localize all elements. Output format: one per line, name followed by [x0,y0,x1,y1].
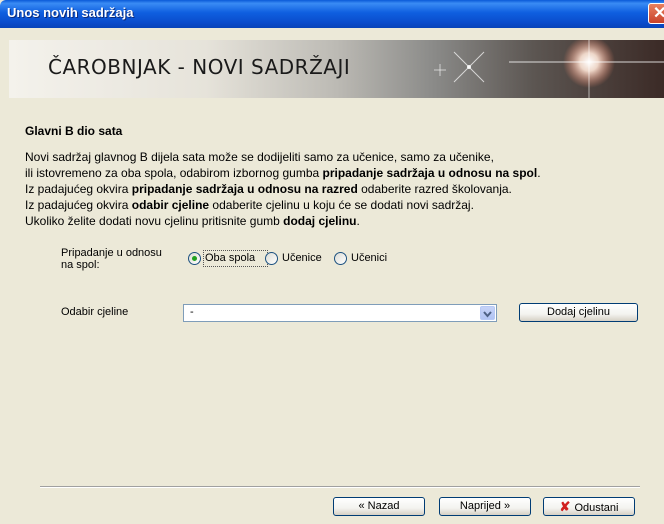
gender-label-line-1: Pripadanje u odnosu [61,247,162,259]
radio-label-ucenice[interactable]: Učenice [282,252,322,264]
footer-separator [40,486,640,488]
close-icon: ✕ [653,5,664,22]
radio-selected-dot [192,256,197,261]
instruction-text: ili istovremeno za oba spola, odabirom i… [25,166,323,180]
wizard-banner: ČAROBNJAK - NOVI SADRŽAJI [9,40,664,98]
instruction-text: Novi sadržaj glavnog B dijela sata može … [25,150,494,164]
instruction-line-5: Ukoliko želite dodati novu cjelinu priti… [25,214,360,228]
instruction-text: Iz padajućeg okvira [25,182,132,196]
radio-oba-spola[interactable] [188,252,201,265]
dropdown-arrow-button[interactable] [480,306,495,320]
back-button[interactable]: « Nazad [333,497,425,516]
instruction-text: odaberite razred školovanja. [357,182,512,196]
cancel-icon: ✘ [559,499,571,514]
unit-label: Odabir cjeline [61,306,129,318]
instruction-emphasis: pripadanje sadržaja u odnosu na razred [131,182,358,196]
close-button[interactable]: ✕ [648,3,664,24]
radio-label-oba-spola[interactable]: Oba spola [205,252,255,264]
radio-ucenice[interactable] [265,252,278,265]
instruction-text: . [356,214,360,228]
banner-title: ČAROBNJAK - NOVI SADRŽAJI [48,55,351,79]
section-heading: Glavni B dio sata [25,124,123,138]
instruction-emphasis: odabir cjeline [131,198,210,212]
gender-label-line-2: na spol: [61,259,100,271]
chevron-down-icon [483,311,492,318]
instruction-text: Iz padajućeg okvira [25,198,132,212]
radio-label-ucenici[interactable]: Učenici [351,252,387,264]
radio-ucenici[interactable] [334,252,347,265]
unit-select[interactable]: - [183,304,497,322]
instruction-line-2: ili istovremeno za oba spola, odabirom i… [25,166,541,180]
instruction-emphasis: pripadanje sadržaja u odnosu na spol [322,166,538,180]
cancel-button-label: Odustani [574,502,619,514]
instruction-emphasis: dodaj cjelinu [283,214,357,228]
cancel-button[interactable]: ✘ Odustani [543,497,635,516]
next-button[interactable]: Naprijed » [439,497,531,516]
instruction-line-3: Iz padajućeg okvira pripadanje sadržaja … [25,182,512,196]
title-bar[interactable]: Unos novih sadržaja ✕ [0,0,664,28]
instruction-line-4: Iz padajućeg okvira odabir cjeline odabe… [25,198,474,212]
gender-label: Pripadanje u odnosu na spol: [61,247,162,271]
instruction-text: . [537,166,541,180]
instruction-text: Ukoliko želite dodati novu cjelinu priti… [25,214,284,228]
window-title: Unos novih sadržaja [7,5,134,20]
instruction-line-1: Novi sadržaj glavnog B dijela sata može … [25,150,494,164]
instruction-text: odaberite cjelinu u koju će se dodati no… [209,198,474,212]
wizard-window: Unos novih sadržaja ✕ ČAROBNJAK - NOVI S… [0,0,664,524]
gender-radio-group: Oba spola Učenice Učenici [188,250,398,268]
unit-select-value: - [190,306,194,318]
add-unit-button[interactable]: Dodaj cjelinu [519,303,638,322]
